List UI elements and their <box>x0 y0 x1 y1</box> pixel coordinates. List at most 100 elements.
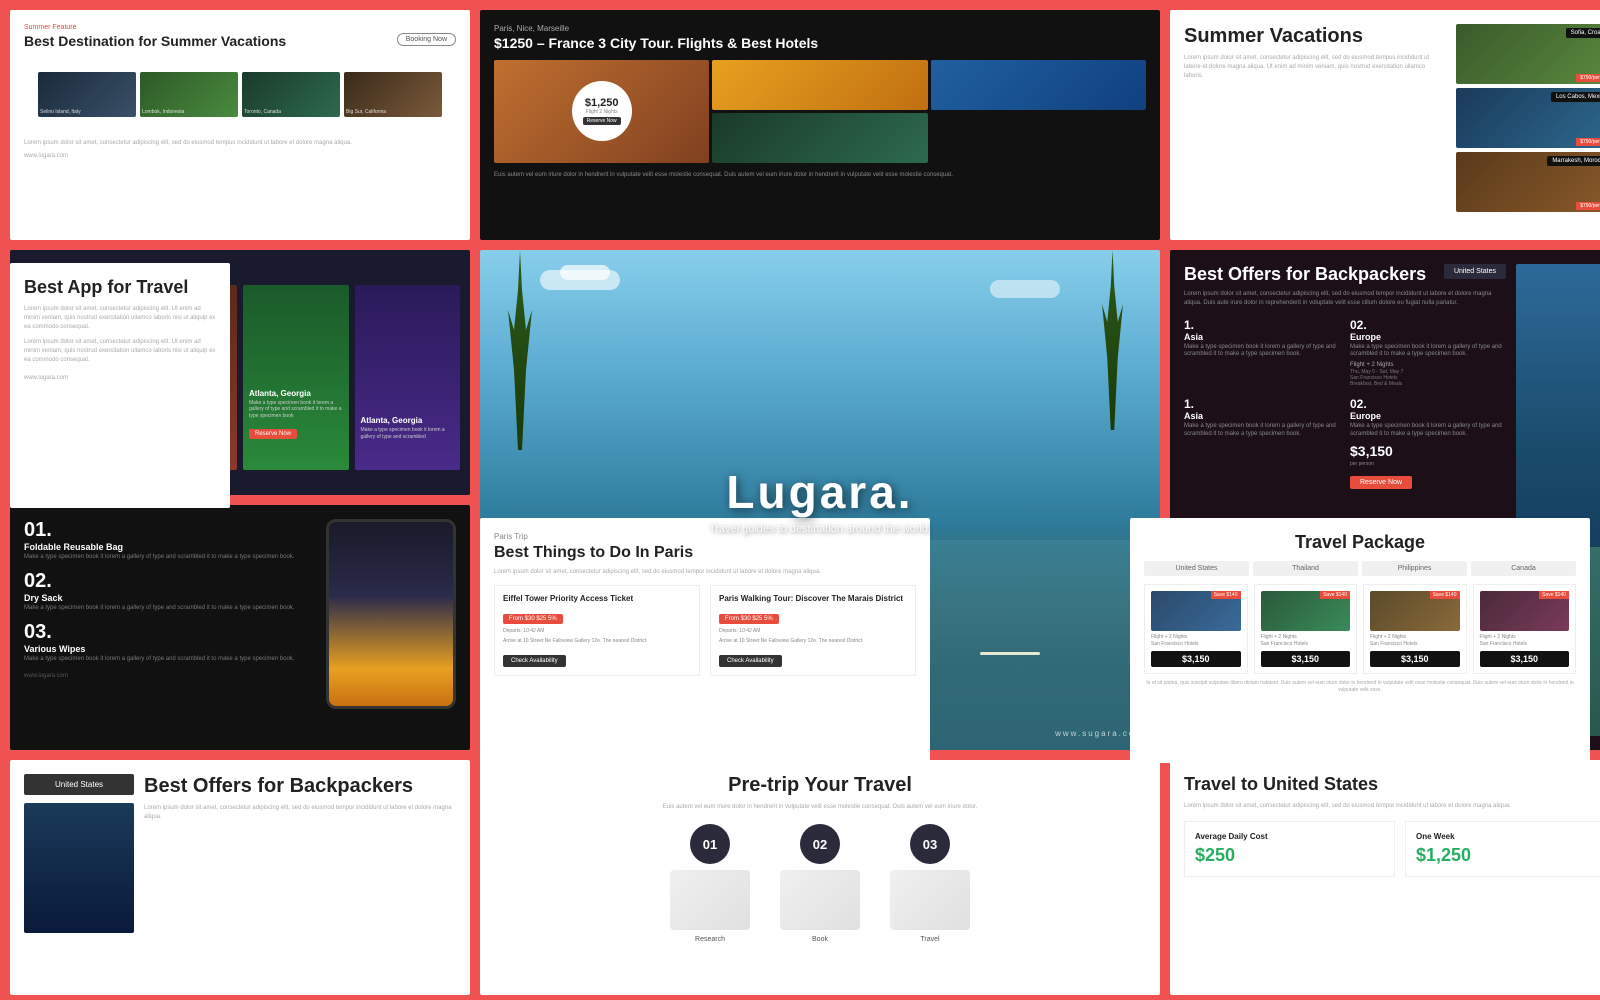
bbl-left: United States <box>24 774 134 981</box>
travel-us-desc: Lorem ipsum dolor sit amet, consectetur … <box>1184 802 1600 811</box>
tp-pkg-canada-save: Save $140 <box>1539 591 1569 599</box>
tp-tab-thai[interactable]: Thailand <box>1253 561 1358 576</box>
tp-pkg-thai: Save $140 Flight + 2 NightsSan Francisco… <box>1254 584 1358 674</box>
price-circle: $1,250 Flight 2 Nights Reserve Now <box>572 81 632 141</box>
step-3: 03 Travel <box>890 824 970 943</box>
tp-pkg-usa: Save $140 Flight + 2 NightsSan Francisco… <box>1144 584 1248 674</box>
marais-check-btn[interactable]: Check Availability <box>719 655 782 667</box>
sofia-price: $790/person <box>1576 74 1600 82</box>
booking-now-button[interactable]: Booking Now <box>397 33 456 46</box>
tp-pkg-usa-price: $3,150 <box>1151 651 1241 667</box>
thumb-label-2: Lombok, Indonesia <box>142 109 184 115</box>
price-box-daily: Average Daily Cost $250 <box>1184 821 1395 877</box>
marais-price: From $30 $25 5% <box>719 614 779 624</box>
atlanta-info-3: Atlanta, Georgia Make a type specimen bo… <box>249 389 343 441</box>
summer-vacations-card: Summer Vacations Lorem ipsum dolor sit a… <box>1170 10 1600 240</box>
atlanta-name-3: Atlanta, Georgia <box>249 389 343 398</box>
marrakesh-label: Marrakesh, Morocco <box>1547 156 1600 166</box>
atlanta-name-4: Atlanta, Georgia <box>361 416 455 425</box>
price-box-week-title: One Week <box>1416 832 1600 841</box>
france-subtitle: Paris, Nice, Marseille <box>494 24 1146 33</box>
atlanta-img-4: Atlanta, Georgia Make a type specimen bo… <box>355 285 461 470</box>
atlanta-desc-3: Make a type specimen book it lorem a gal… <box>249 400 343 420</box>
paris-title: Best Things to Do In Paris <box>494 543 916 562</box>
thumb-4: Big Sur, California <box>344 72 442 117</box>
loscabos-img: Los Cabos, Mexico $790/person <box>1456 88 1600 148</box>
eiffel-price: From $30 $25 5% <box>503 614 563 624</box>
best-app-desc: Lorem ipsum dolor sit amet, consectetur … <box>24 305 216 332</box>
loscabos-label: Los Cabos, Mexico <box>1551 92 1600 102</box>
steps-row: 01 Research 02 Book 03 Travel <box>494 824 1146 943</box>
essential-3-num: 03. <box>24 621 314 644</box>
thumb-2: Lombok, Indonesia <box>140 72 238 117</box>
travel-package-overlay: Travel Package United States Thailand Ph… <box>1130 518 1590 763</box>
bof-title: Best Offers for Backpackers <box>1184 264 1426 286</box>
marais-arrives: Arrive at 10 Street Ne Fallsview Gallery… <box>719 638 907 645</box>
tp-pkg-phil: Save $140 Flight + 2 NightsSan Francisco… <box>1363 584 1467 674</box>
bbl-title: Best Offers for Backpackers <box>144 774 456 798</box>
marrakesh-price: $790/person <box>1576 202 1600 210</box>
hero-text-area: Lugara. Travel guides to destination aro… <box>709 465 931 535</box>
offer-2-num: 02. <box>1350 318 1506 332</box>
summer-title: Summer Vacations <box>1184 24 1446 48</box>
tp-pkg-usa-info: Flight + 2 NightsSan Francisco Hotels <box>1151 634 1241 648</box>
price-boxes-row: Average Daily Cost $250 One Week $1,250 <box>1184 821 1600 877</box>
marais-title: Paris Walking Tour: Discover The Marais … <box>719 594 907 603</box>
offer-3-desc: Make a type specimen book it lorem a gal… <box>1184 423 1340 439</box>
tp-packages-row: Save $140 Flight + 2 NightsSan Francisco… <box>1144 584 1576 674</box>
tp-pkg-phil-info: Flight + 2 NightsSan Francisco Hotels <box>1370 634 1460 648</box>
atlanta-reserve-btn-3[interactable]: Reserve Now <box>249 429 297 439</box>
offer-1-title: Asia <box>1184 332 1340 342</box>
card1-website: www.lugara.com <box>24 153 456 159</box>
eiffel-check-btn[interactable]: Check Availability <box>503 655 566 667</box>
palm-right <box>1095 250 1130 430</box>
offer-1: 1. Asia Make a type specimen book it lor… <box>1184 318 1340 388</box>
thumb-1: Selino Island, Italy <box>38 72 136 117</box>
france-title: $1250 – France 3 City Tour. Flights & Be… <box>494 35 1146 52</box>
step-2-label: Book <box>812 936 828 943</box>
atlanta-desc-4: Make a type specimen book it lorem a gal… <box>361 427 455 440</box>
step-1-num: 01 <box>690 824 730 864</box>
umbrella-2 <box>980 652 1040 655</box>
step-1-label: Research <box>695 936 725 943</box>
backpackers-bottom-card: United States Best Offers for Backpacker… <box>10 760 470 995</box>
summer-feature-label: Summer Feature <box>24 24 456 31</box>
tp-pkg-thai-price: $3,150 <box>1261 651 1351 667</box>
cloud-3 <box>990 280 1060 298</box>
tp-footer: In et sit platea, quis suscipit vulputat… <box>1144 680 1576 694</box>
tp-tab-canada[interactable]: Canada <box>1471 561 1576 576</box>
sv-left: Summer Vacations Lorem ipsum dolor sit a… <box>1184 24 1446 226</box>
bbl-desc: Lorem ipsum dolor sit amet, consectetur … <box>144 804 456 822</box>
essential-2-desc: Make a type specimen book it lorem a gal… <box>24 605 314 613</box>
best-app-title: Best App for Travel <box>24 277 216 299</box>
marais-departs: Departs: 10:42 AM <box>719 628 907 635</box>
cloud-2 <box>560 265 610 280</box>
step-3-num: 03 <box>910 824 950 864</box>
offer-1-desc: Make a type specimen book it lorem a gal… <box>1184 344 1340 360</box>
essential-3-title: Various Wipes <box>24 644 314 654</box>
travel-essentials-card: 01. Foldable Reusable Bag Make a type sp… <box>10 505 470 750</box>
france-reserve-btn[interactable]: Reserve Now <box>583 117 621 125</box>
ticket-eiffel: Eiffel Tower Priority Access Ticket From… <box>494 585 700 676</box>
offer-4-reserve-btn[interactable]: Reserve Now <box>1350 476 1412 489</box>
essential-2-num: 02. <box>24 570 314 593</box>
essential-3: 03. Various Wipes Make a type specimen b… <box>24 621 314 664</box>
price-box-daily-amount: $250 <box>1195 845 1384 866</box>
offer-2-flights: Flight + 2 Nights <box>1350 362 1506 368</box>
loscabos-price: $790/person <box>1576 138 1600 146</box>
tp-tab-phil[interactable]: Philippines <box>1362 561 1467 576</box>
best-app-desc2: Lorem ipsum dolor sit amet, consectetur … <box>24 338 216 365</box>
tp-tab-usa[interactable]: United States <box>1144 561 1249 576</box>
tp-pkg-thai-info: Flight + 2 NightsSan Francisco Hotels <box>1261 634 1351 648</box>
france-price-label: Flight 2 Nights <box>586 109 618 115</box>
bof-country-btn[interactable]: United States <box>1444 264 1506 279</box>
bbl-country-btn[interactable]: United States <box>24 774 134 795</box>
tickets-row: Eiffel Tower Priority Access Ticket From… <box>494 585 916 676</box>
step-2-icon <box>780 870 860 930</box>
tp-pkg-thai-save: Save $140 <box>1320 591 1350 599</box>
travel-us-card: Travel to United States Lorem ipsum dolo… <box>1170 760 1600 995</box>
tp-pkg-canada-price: $3,150 <box>1480 651 1570 667</box>
ticket-marais: Paris Walking Tour: Discover The Marais … <box>710 585 916 676</box>
offer-1-num: 1. <box>1184 318 1340 332</box>
summer-desc: Lorem ipsum dolor sit amet, consectetur … <box>1184 54 1446 81</box>
